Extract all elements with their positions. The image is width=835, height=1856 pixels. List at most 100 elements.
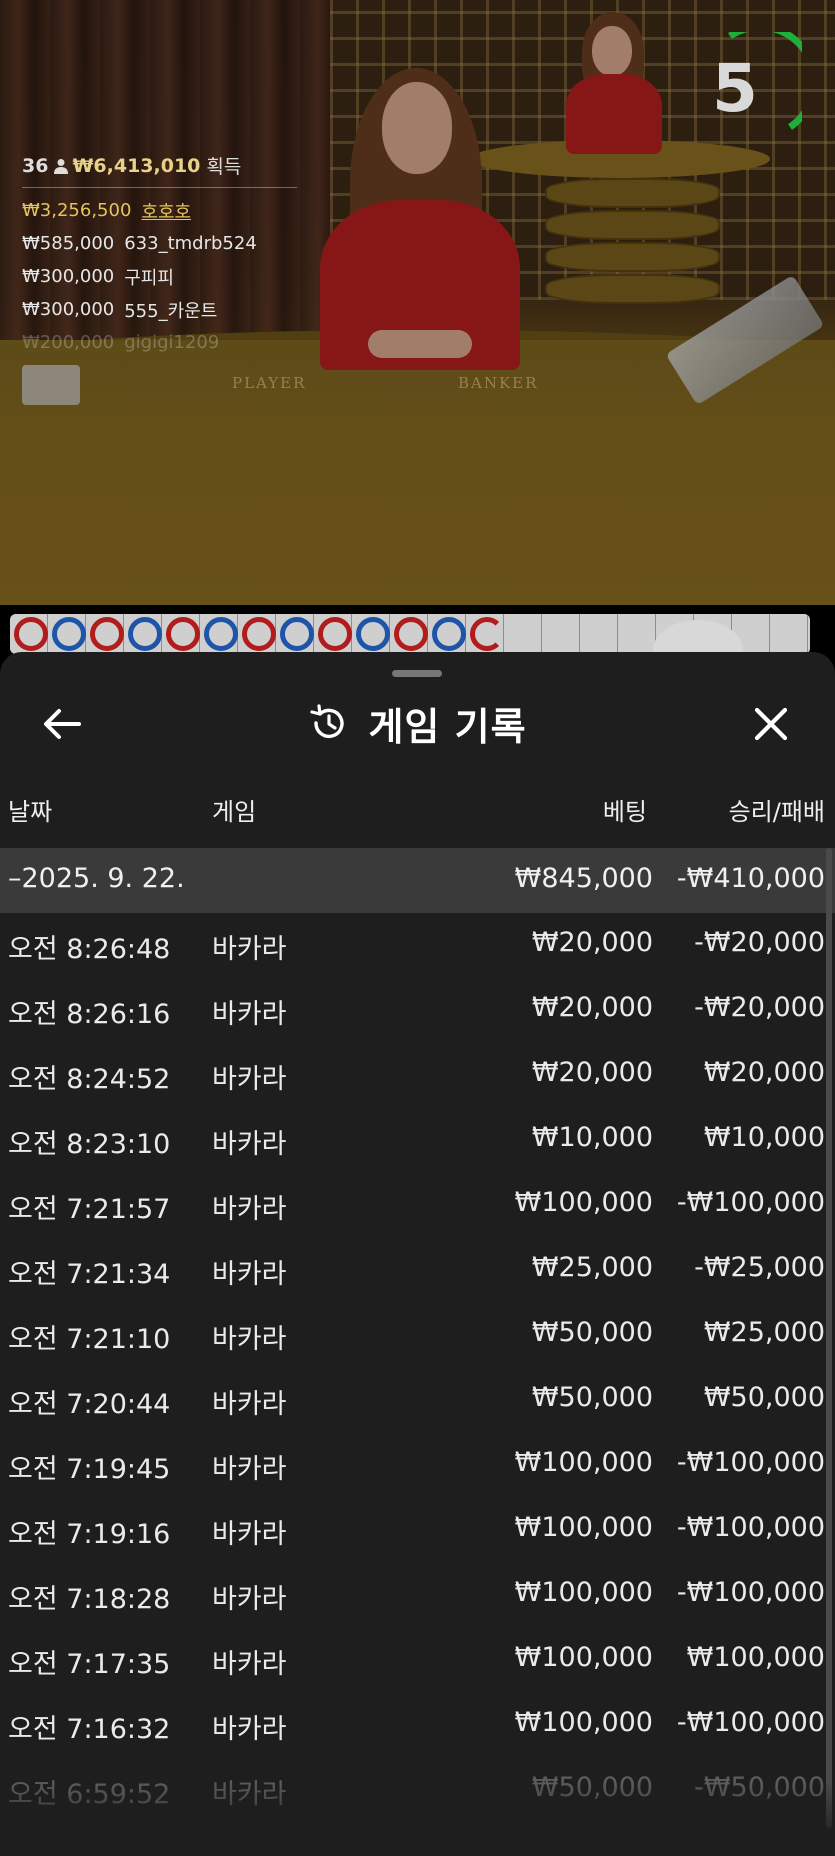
row-result: -₩25,000 <box>694 1252 825 1283</box>
row-result: -₩20,000 <box>694 992 825 1023</box>
history-row[interactable]: 오전 7:21:10 바카라 ₩50,000 ₩25,000 <box>0 1303 835 1368</box>
row-time: 오전 7:20:44 <box>8 1389 171 1420</box>
winner-amount: ₩300,000 <box>22 266 115 287</box>
row-bet: ₩100,000 <box>514 1512 653 1543</box>
sheet-header: 게임 기록 <box>0 688 835 758</box>
sheet-drag-handle[interactable] <box>392 670 442 677</box>
leaderboard-row: ₩300,000 555_카운트 <box>22 293 302 326</box>
summary-date: –2025. 9. 22. <box>8 863 185 894</box>
player-win-bead <box>280 617 314 651</box>
player-count: 36 <box>22 154 49 177</box>
close-button[interactable] <box>749 702 793 746</box>
winner-name: 호호호 <box>141 201 192 223</box>
row-time: 오전 8:26:16 <box>8 999 171 1030</box>
history-row[interactable]: 오전 8:26:48 바카라 ₩20,000 -₩20,000 <box>0 913 835 978</box>
player-win-bead <box>204 617 238 651</box>
row-time: 오전 6:59:52 <box>8 1779 171 1810</box>
row-time: 오전 7:21:57 <box>8 1194 171 1225</box>
row-result: ₩100,000 <box>686 1642 825 1673</box>
winners-leaderboard: 36 ₩6,413,010 획득 ₩3,256,500 호호호 ₩585,000… <box>22 152 302 359</box>
row-game: 바카라 <box>212 1714 287 1745</box>
banker-win-bead <box>14 617 48 651</box>
countdown-number: 5 <box>712 49 758 127</box>
history-row[interactable]: 오전 7:16:32 바카라 ₩100,000 -₩100,000 <box>0 1693 835 1758</box>
row-bet: ₩100,000 <box>514 1577 653 1608</box>
summary-bet-total: ₩845,000 <box>514 863 653 894</box>
row-game: 바카라 <box>212 1649 287 1680</box>
winner-amount: ₩300,000 <box>22 299 115 320</box>
banker-win-bead <box>90 617 124 651</box>
betting-countdown-timer: 5 <box>690 23 818 144</box>
row-bet: ₩100,000 <box>514 1642 653 1673</box>
live-video-stream: PLAYER BANKER 36 ₩6,413,010 획득 ₩3,256,50… <box>0 0 835 605</box>
date-group-summary[interactable]: –2025. 9. 22. ₩845,000 -₩410,000 <box>0 848 835 913</box>
history-row[interactable]: 오전 7:21:34 바카라 ₩25,000 -₩25,000 <box>0 1238 835 1303</box>
winner-name: gigigi1209 <box>124 332 220 353</box>
row-bet: ₩25,000 <box>531 1252 653 1283</box>
row-result: -₩100,000 <box>676 1187 825 1218</box>
winner-amount: ₩585,000 <box>22 233 115 254</box>
winner-amount: ₩3,256,500 <box>22 200 132 221</box>
row-time: 오전 7:19:16 <box>8 1519 171 1550</box>
bead-road-results <box>14 617 508 651</box>
history-rows: 오전 8:26:48 바카라 ₩20,000 -₩20,000 오전 8:26:16 바카… <box>0 913 835 1823</box>
total-win-label: 획득 <box>206 156 242 178</box>
banker-win-bead <box>166 617 200 651</box>
row-time: 오전 7:19:45 <box>8 1454 171 1485</box>
history-row[interactable]: 오전 7:21:57 바카라 ₩100,000 -₩100,000 <box>0 1173 835 1238</box>
history-row[interactable]: 오전 7:20:44 바카라 ₩50,000 ₩50,000 <box>0 1368 835 1433</box>
row-game: 바카라 <box>212 1584 287 1615</box>
winner-name: 633_tmdrb524 <box>124 233 257 254</box>
row-time: 오전 7:21:34 <box>8 1259 171 1290</box>
history-row[interactable]: 오전 7:17:35 바카라 ₩100,000 ₩100,000 <box>0 1628 835 1693</box>
row-time: 오전 8:24:52 <box>8 1064 171 1095</box>
player-win-bead <box>52 617 86 651</box>
row-time: 오전 8:23:10 <box>8 1129 171 1160</box>
history-row[interactable]: 오전 7:19:45 바카라 ₩100,000 -₩100,000 <box>0 1433 835 1498</box>
column-header-result: 승리/패배 <box>728 798 825 826</box>
row-result: -₩100,000 <box>676 1447 825 1478</box>
history-row[interactable]: 오전 8:26:16 바카라 ₩20,000 -₩20,000 <box>0 978 835 1043</box>
banker-win-bead <box>470 617 504 651</box>
history-row[interactable]: 오전 7:19:16 바카라 ₩100,000 -₩100,000 <box>0 1498 835 1563</box>
leaderboard-row: ₩585,000 633_tmdrb524 <box>22 227 302 260</box>
leaderboard-divider <box>22 187 297 188</box>
row-game: 바카라 <box>212 1519 287 1550</box>
row-game: 바카라 <box>212 1389 287 1420</box>
leaderboard-header: 36 ₩6,413,010 획득 <box>22 152 302 179</box>
row-bet: ₩50,000 <box>531 1317 653 1348</box>
row-game: 바카라 <box>212 1129 287 1160</box>
summary-result-total: -₩410,000 <box>676 863 825 894</box>
row-bet: ₩50,000 <box>531 1382 653 1413</box>
row-time: 오전 7:16:32 <box>8 1714 171 1745</box>
winner-name: 구피피 <box>124 267 174 289</box>
banker-win-bead <box>242 617 276 651</box>
leaderboard-row: ₩200,000 gigigi1209 <box>22 326 302 359</box>
history-row[interactable]: 오전 7:18:28 바카라 ₩100,000 -₩100,000 <box>0 1563 835 1628</box>
history-row[interactable]: 오전 8:23:10 바카라 ₩10,000 ₩10,000 <box>0 1108 835 1173</box>
row-bet: ₩20,000 <box>531 927 653 958</box>
column-header-date: 날짜 <box>8 798 53 826</box>
row-result: -₩20,000 <box>694 927 825 958</box>
row-game: 바카라 <box>212 999 287 1030</box>
back-button[interactable] <box>40 702 84 746</box>
leaderboard-row: ₩3,256,500 호호호 <box>22 194 302 227</box>
player-win-bead <box>128 617 162 651</box>
column-header-game: 게임 <box>212 798 257 826</box>
column-header-bet: 베팅 <box>602 798 647 826</box>
row-result: ₩25,000 <box>703 1317 825 1348</box>
banker-win-bead <box>394 617 428 651</box>
winner-name: 555_카운트 <box>124 300 218 322</box>
total-win-amount: ₩6,413,010 <box>72 154 201 177</box>
history-row[interactable]: 오전 8:24:52 바카라 ₩20,000 ₩20,000 <box>0 1043 835 1108</box>
history-row[interactable]: 오전 6:59:52 바카라 ₩50,000 -₩50,000 <box>0 1758 835 1823</box>
row-game: 바카라 <box>212 1064 287 1095</box>
scrollbar[interactable] <box>826 848 832 1828</box>
row-time: 오전 7:17:35 <box>8 1649 171 1680</box>
sheet-title: 게임 기록 <box>368 704 527 749</box>
history-icon <box>310 704 345 739</box>
table-header: 날짜 게임 베팅 승리/패배 <box>0 792 835 832</box>
row-time: 오전 7:21:10 <box>8 1324 171 1355</box>
row-bet: ₩100,000 <box>514 1447 653 1478</box>
row-result: -₩100,000 <box>676 1577 825 1608</box>
